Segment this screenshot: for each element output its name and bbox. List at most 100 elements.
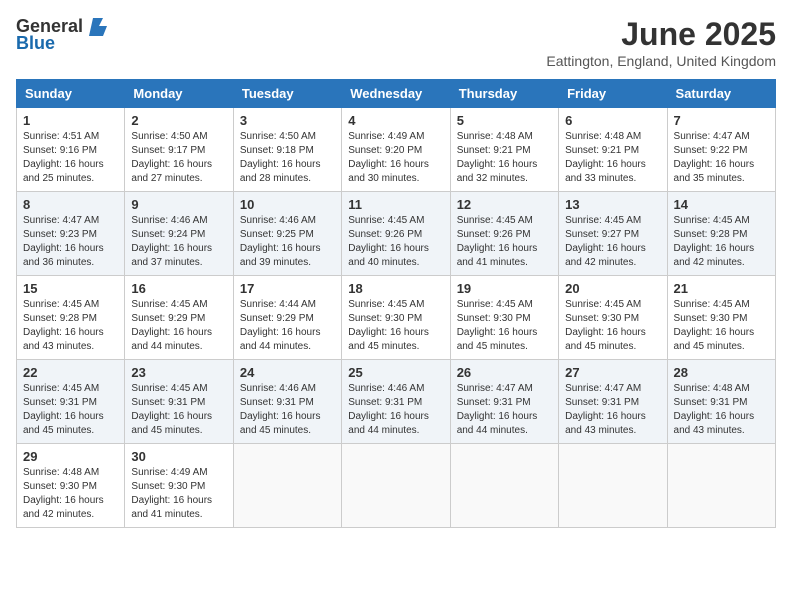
- day-number: 2: [131, 113, 226, 128]
- weekday-header-monday: Monday: [125, 80, 233, 108]
- day-number: 12: [457, 197, 552, 212]
- calendar-cell: 27 Sunrise: 4:47 AM Sunset: 9:31 PM Dayli…: [559, 360, 667, 444]
- day-info: Sunrise: 4:45 AM Sunset: 9:31 PM Dayligh…: [23, 382, 118, 438]
- calendar-cell: 10 Sunrise: 4:46 AM Sunset: 9:25 PM Dayli…: [233, 192, 341, 276]
- day-info: Sunrise: 4:49 AM Sunset: 9:20 PM Dayligh…: [348, 130, 443, 186]
- location-text: Eattington, England, United Kingdom: [546, 53, 776, 69]
- day-info: Sunrise: 4:50 AM Sunset: 9:17 PM Dayligh…: [131, 130, 226, 186]
- day-info: Sunrise: 4:45 AM Sunset: 9:31 PM Dayligh…: [131, 382, 226, 438]
- day-info: Sunrise: 4:48 AM Sunset: 9:21 PM Dayligh…: [457, 130, 552, 186]
- calendar-cell: [667, 444, 775, 528]
- day-info: Sunrise: 4:45 AM Sunset: 9:29 PM Dayligh…: [131, 298, 226, 354]
- day-number: 3: [240, 113, 335, 128]
- day-info: Sunrise: 4:44 AM Sunset: 9:29 PM Dayligh…: [240, 298, 335, 354]
- day-info: Sunrise: 4:47 AM Sunset: 9:23 PM Dayligh…: [23, 214, 118, 270]
- calendar-cell: 20 Sunrise: 4:45 AM Sunset: 9:30 PM Dayli…: [559, 276, 667, 360]
- calendar-week-4: 22 Sunrise: 4:45 AM Sunset: 9:31 PM Dayli…: [17, 360, 776, 444]
- day-number: 20: [565, 281, 660, 296]
- calendar-cell: 7 Sunrise: 4:47 AM Sunset: 9:22 PM Daylig…: [667, 108, 775, 192]
- weekday-header-friday: Friday: [559, 80, 667, 108]
- calendar-cell: 4 Sunrise: 4:49 AM Sunset: 9:20 PM Daylig…: [342, 108, 450, 192]
- day-number: 26: [457, 365, 552, 380]
- calendar-table: SundayMondayTuesdayWednesdayThursdayFrid…: [16, 79, 776, 528]
- calendar-cell: 6Sunrise: 4:48 AM Sunset: 9:21 PM Daylig…: [559, 108, 667, 192]
- day-number: 10: [240, 197, 335, 212]
- title-block: June 2025 Eattington, England, United Ki…: [546, 16, 776, 69]
- day-number: 29: [23, 449, 118, 464]
- calendar-cell: 17Sunrise: 4:44 AM Sunset: 9:29 PM Dayli…: [233, 276, 341, 360]
- day-number: 6: [565, 113, 660, 128]
- calendar-cell: [559, 444, 667, 528]
- day-number: 28: [674, 365, 769, 380]
- calendar-cell: 13 Sunrise: 4:45 AM Sunset: 9:27 PM Dayli…: [559, 192, 667, 276]
- calendar-cell: 29Sunrise: 4:48 AM Sunset: 9:30 PM Dayli…: [17, 444, 125, 528]
- logo: General Blue: [16, 16, 107, 54]
- day-info: Sunrise: 4:45 AM Sunset: 9:30 PM Dayligh…: [674, 298, 769, 354]
- day-info: Sunrise: 4:47 AM Sunset: 9:22 PM Dayligh…: [674, 130, 769, 186]
- day-number: 14: [674, 197, 769, 212]
- day-number: 4: [348, 113, 443, 128]
- day-info: Sunrise: 4:45 AM Sunset: 9:28 PM Dayligh…: [23, 298, 118, 354]
- day-info: Sunrise: 4:45 AM Sunset: 9:26 PM Dayligh…: [348, 214, 443, 270]
- calendar-cell: 19 Sunrise: 4:45 AM Sunset: 9:30 PM Dayli…: [450, 276, 558, 360]
- calendar-cell: 16Sunrise: 4:45 AM Sunset: 9:29 PM Dayli…: [125, 276, 233, 360]
- day-number: 8: [23, 197, 118, 212]
- calendar-cell: 11Sunrise: 4:45 AM Sunset: 9:26 PM Dayli…: [342, 192, 450, 276]
- day-info: Sunrise: 4:45 AM Sunset: 9:30 PM Dayligh…: [348, 298, 443, 354]
- calendar-cell: 12 Sunrise: 4:45 AM Sunset: 9:26 PM Dayli…: [450, 192, 558, 276]
- day-info: Sunrise: 4:45 AM Sunset: 9:26 PM Dayligh…: [457, 214, 552, 270]
- day-number: 1: [23, 113, 118, 128]
- day-number: 25: [348, 365, 443, 380]
- calendar-cell: 25Sunrise: 4:46 AM Sunset: 9:31 PM Dayli…: [342, 360, 450, 444]
- day-number: 18: [348, 281, 443, 296]
- day-number: 30: [131, 449, 226, 464]
- day-info: Sunrise: 4:51 AM Sunset: 9:16 PM Dayligh…: [23, 130, 118, 186]
- day-number: 21: [674, 281, 769, 296]
- calendar-cell: 30 Sunrise: 4:49 AM Sunset: 9:30 PM Dayli…: [125, 444, 233, 528]
- day-number: 5: [457, 113, 552, 128]
- day-info: Sunrise: 4:50 AM Sunset: 9:18 PM Dayligh…: [240, 130, 335, 186]
- calendar-week-1: 1 Sunrise: 4:51 AM Sunset: 9:16 PM Daylig…: [17, 108, 776, 192]
- day-number: 19: [457, 281, 552, 296]
- day-info: Sunrise: 4:46 AM Sunset: 9:25 PM Dayligh…: [240, 214, 335, 270]
- day-info: Sunrise: 4:45 AM Sunset: 9:30 PM Dayligh…: [565, 298, 660, 354]
- day-info: Sunrise: 4:48 AM Sunset: 9:31 PM Dayligh…: [674, 382, 769, 438]
- day-info: Sunrise: 4:45 AM Sunset: 9:30 PM Dayligh…: [457, 298, 552, 354]
- day-number: 7: [674, 113, 769, 128]
- day-number: 27: [565, 365, 660, 380]
- day-info: Sunrise: 4:46 AM Sunset: 9:31 PM Dayligh…: [240, 382, 335, 438]
- day-number: 24: [240, 365, 335, 380]
- day-info: Sunrise: 4:47 AM Sunset: 9:31 PM Dayligh…: [457, 382, 552, 438]
- weekday-header-wednesday: Wednesday: [342, 80, 450, 108]
- logo-icon: [85, 18, 107, 36]
- weekday-header-thursday: Thursday: [450, 80, 558, 108]
- calendar-cell: 2 Sunrise: 4:50 AM Sunset: 9:17 PM Daylig…: [125, 108, 233, 192]
- day-number: 13: [565, 197, 660, 212]
- calendar-cell: 14 Sunrise: 4:45 AM Sunset: 9:28 PM Dayli…: [667, 192, 775, 276]
- weekday-header-saturday: Saturday: [667, 80, 775, 108]
- calendar-cell: 1 Sunrise: 4:51 AM Sunset: 9:16 PM Daylig…: [17, 108, 125, 192]
- weekday-header-sunday: Sunday: [17, 80, 125, 108]
- month-title: June 2025: [546, 16, 776, 53]
- page-header: General Blue June 2025 Eattington, Engla…: [16, 16, 776, 69]
- calendar-cell: [342, 444, 450, 528]
- day-info: Sunrise: 4:45 AM Sunset: 9:28 PM Dayligh…: [674, 214, 769, 270]
- logo-blue-text: Blue: [16, 33, 55, 54]
- calendar-cell: 22 Sunrise: 4:45 AM Sunset: 9:31 PM Dayli…: [17, 360, 125, 444]
- calendar-cell: 15 Sunrise: 4:45 AM Sunset: 9:28 PM Dayli…: [17, 276, 125, 360]
- day-number: 22: [23, 365, 118, 380]
- day-number: 9: [131, 197, 226, 212]
- calendar-cell: 8 Sunrise: 4:47 AM Sunset: 9:23 PM Daylig…: [17, 192, 125, 276]
- day-info: Sunrise: 4:47 AM Sunset: 9:31 PM Dayligh…: [565, 382, 660, 438]
- day-info: Sunrise: 4:49 AM Sunset: 9:30 PM Dayligh…: [131, 466, 226, 522]
- day-info: Sunrise: 4:45 AM Sunset: 9:27 PM Dayligh…: [565, 214, 660, 270]
- calendar-week-5: 29Sunrise: 4:48 AM Sunset: 9:30 PM Dayli…: [17, 444, 776, 528]
- calendar-cell: 28 Sunrise: 4:48 AM Sunset: 9:31 PM Dayli…: [667, 360, 775, 444]
- day-number: 23: [131, 365, 226, 380]
- calendar-cell: 9Sunrise: 4:46 AM Sunset: 9:24 PM Daylig…: [125, 192, 233, 276]
- calendar-cell: 21 Sunrise: 4:45 AM Sunset: 9:30 PM Dayli…: [667, 276, 775, 360]
- day-number: 15: [23, 281, 118, 296]
- calendar-header-row: SundayMondayTuesdayWednesdayThursdayFrid…: [17, 80, 776, 108]
- calendar-cell: 3 Sunrise: 4:50 AM Sunset: 9:18 PM Daylig…: [233, 108, 341, 192]
- calendar-cell: [450, 444, 558, 528]
